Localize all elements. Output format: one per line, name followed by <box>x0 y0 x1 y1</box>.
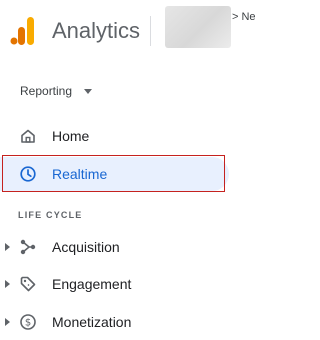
nav-item-label: Acquisition <box>52 239 120 255</box>
section-label-life-cycle: LIFE CYCLE <box>18 210 83 220</box>
header-divider <box>150 16 151 46</box>
home-icon <box>21 129 35 143</box>
expand-arrow-icon[interactable] <box>5 318 10 326</box>
account-selector[interactable] <box>165 6 231 48</box>
reporting-dropdown[interactable]: Reporting <box>20 80 93 102</box>
acquisition-icon <box>20 239 36 255</box>
nav-item-acquisition[interactable]: Acquisition <box>0 229 229 265</box>
reporting-label: Reporting <box>20 84 73 98</box>
nav-item-engagement[interactable]: Engagement <box>0 266 229 302</box>
caret-down-icon <box>84 88 93 94</box>
app-header: Analytics > Ne <box>0 0 260 62</box>
breadcrumb[interactable]: > Ne <box>232 10 256 24</box>
dollar-icon: $ <box>20 314 36 330</box>
nav-item-label: Engagement <box>52 276 132 292</box>
analytics-logo[interactable] <box>10 17 36 45</box>
nav-item-home[interactable]: Home <box>0 118 229 154</box>
selection-outline <box>2 155 225 192</box>
svg-text:$: $ <box>25 318 31 329</box>
app-title: Analytics <box>52 18 141 43</box>
expand-arrow-icon[interactable] <box>5 243 10 251</box>
nav-item-label: Monetization <box>52 314 132 330</box>
tag-icon <box>20 276 36 292</box>
nav-item-label: Home <box>52 128 90 144</box>
expand-arrow-icon[interactable] <box>5 280 10 288</box>
